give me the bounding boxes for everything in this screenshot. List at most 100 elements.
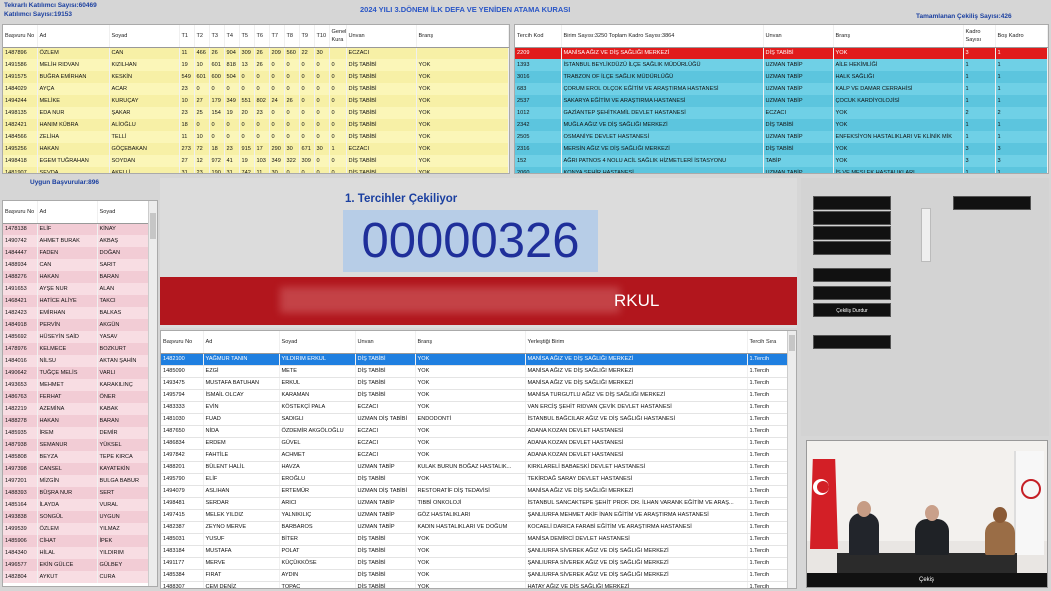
top-left-col-header[interactable]: Başvuru No — [3, 25, 38, 48]
table-row[interactable]: 1495794 İSMAİL OLCAY KARAMAN DİŞ TABİBİ YOK M… — [161, 389, 788, 402]
top-left-col-header[interactable]: T5 — [239, 25, 255, 48]
table-row[interactable]: 1482387 ZEYNO MERVE BARBAROS UZMAN TABİP KAD… — [161, 521, 788, 534]
table-row[interactable]: 1491653 AYŞE NUR ALAN — [3, 283, 149, 295]
table-row[interactable]: 1485031 YUSUF BİTER DİŞ TABİBİ YOK MANİSA DEM… — [161, 533, 788, 546]
table-row[interactable]: 2060 KONYA ŞEHİR HASTANESİ UZMAN TABİP İŞ V… — [515, 167, 1048, 173]
top-left-col-header[interactable]: Soyad — [109, 25, 180, 48]
top-left-col-header[interactable]: Ad — [37, 25, 110, 48]
top-right-col-header[interactable]: Tercih Kod — [515, 25, 562, 48]
table-row[interactable]: 1485935 İREM DEMİR — [3, 427, 149, 439]
table-row[interactable]: 1494244 MELİKE KURUÇAY 10 27 179 349 551 802 24 26… — [3, 95, 509, 107]
control-scrollbar[interactable] — [921, 208, 931, 262]
table-row[interactable]: 2537 SAKARYA EĞİTİM VE ARAŞTIRMA HASTANES… — [515, 95, 1048, 107]
top-left-col-header[interactable]: T7 — [269, 25, 285, 48]
table-row[interactable]: 1488307 CEM DENİZ TOPAÇ DİŞ TABİBİ YOK HATAY … — [161, 581, 788, 588]
table-row[interactable]: 1486763 FERHAT ÖNER — [3, 391, 149, 403]
table-row[interactable]: 1498418 EGEM TUĞRAHAN SOYDAN 27 12 972 41 19 103… — [3, 155, 509, 167]
table-row[interactable]: 1486834 ERDEM GÜVEL ECZACI YOK ADANA KOZAN DE… — [161, 437, 788, 450]
table-row[interactable]: 1012 GAZİANTEP ŞEHİTKAMİL DEVLET HASTANES… — [515, 107, 1048, 119]
top-left-col-header[interactable]: T6 — [254, 25, 270, 48]
top-right-col-header[interactable]: Birim Sayısı:3250 Toplam Kadro Sayısı:38… — [561, 25, 764, 48]
table-row[interactable]: 1495256 HAKAN GÖÇEBAKAN 273 72 18 23 915 17 290 30… — [3, 143, 509, 155]
table-row[interactable]: 3016 TRABZON OF İLÇE SAĞLIK MÜDÜRLÜĞÜ UZMA… — [515, 71, 1048, 83]
control-button-7[interactable] — [813, 286, 891, 300]
table-row[interactable]: 1485384 FIRAT AYDIN DİŞ TABİBİ YOK ŞANLIURFA … — [161, 569, 788, 582]
main-col-header[interactable]: Ad — [203, 331, 280, 354]
table-row[interactable]: 1491586 MELİH RIDVAN KIZILHAN 19 10 601 818 13 2… — [3, 59, 509, 71]
top-left-col-header[interactable]: T2 — [194, 25, 210, 48]
top-left-col-header[interactable]: T10 — [314, 25, 330, 48]
table-row[interactable]: 1497201 MİZGİN BULGA BABUR — [3, 475, 149, 487]
control-button-5[interactable] — [953, 196, 1031, 210]
table-row[interactable]: 1497415 MELEK YILDIZ YALNIKILIÇ UZMAN TABİP… — [161, 509, 788, 522]
table-row[interactable]: 1482219 AZEMİNA KABAK — [3, 403, 149, 415]
table-row[interactable]: 1488201 BÜLENT HALİL HAVZA UZMAN TABİP KULAK… — [161, 461, 788, 474]
left-list-col-header[interactable]: Ad — [37, 201, 98, 224]
control-button-2[interactable] — [813, 211, 891, 225]
main-col-header[interactable]: Unvan — [355, 331, 416, 354]
control-button-6[interactable] — [813, 268, 891, 282]
table-row[interactable]: 1393 İSTANBUL BEYLİKDÜZÜ İLÇE SAĞLIK MÜDÜ… — [515, 59, 1048, 71]
table-row[interactable]: 1488276 HAKAN BARAN — [3, 271, 149, 283]
top-left-col-header[interactable]: T8 — [284, 25, 300, 48]
top-left-col-header[interactable]: T9 — [299, 25, 315, 48]
cekilis-durdur-button[interactable]: Çekiliş Durdur — [813, 303, 891, 317]
table-row[interactable]: 1491575 BUĞRA EMİRHAN KESKİN 549 601 600 504 0 0… — [3, 71, 509, 83]
table-row[interactable]: 1484016 NİLSU AKTAN ŞAHİN — [3, 355, 149, 367]
table-row[interactable]: 1487650 NİDA ÖZDEMİR AKGÖLOĞLU ECZACI YOK ADA… — [161, 425, 788, 438]
table-row[interactable]: 1481030 FUAD SADIGLI UZMAN DİŞ TABİBİ ENDODO… — [161, 413, 788, 426]
top-left-col-header[interactable]: T4 — [224, 25, 240, 48]
table-row[interactable]: 1485692 HÜSEYİN SAİD YASAV — [3, 331, 149, 343]
table-row[interactable]: 1487938 SEMANUR YÜKSEL — [3, 439, 149, 451]
table-row[interactable]: 1485906 CİHAT İPEK — [3, 535, 149, 547]
control-button-4[interactable] — [813, 241, 891, 255]
control-button-8[interactable] — [813, 335, 891, 349]
table-row[interactable]: 1485164 İLAYDA VURAL — [3, 499, 149, 511]
table-row[interactable]: 1490742 AHMET BURAK AKBAŞ — [3, 235, 149, 247]
table-row[interactable]: 1483184 MUSTAFA POLAT DİŞ TABİBİ YOK ŞANLIURF… — [161, 545, 788, 558]
table-row[interactable]: 1493475 MUSTAFA BATUHAN ERKUL DİŞ TABİBİ YOK… — [161, 377, 788, 390]
eligible-list-scrollbar[interactable] — [148, 201, 157, 586]
top-left-col-header[interactable]: Genel Kura — [329, 25, 347, 48]
main-col-header[interactable]: Yerleştiği Birim — [525, 331, 748, 354]
table-row[interactable]: 1482100 YAĞMUR TANIN YILDIRIM ERKUL DİŞ TAB… — [161, 353, 788, 366]
top-left-col-header[interactable]: Unvan — [346, 25, 417, 48]
left-list-col-header[interactable]: Soyad — [97, 201, 149, 224]
top-left-col-header[interactable]: T3 — [209, 25, 225, 48]
table-row[interactable]: 2505 OSMANİYE DEVLET HASTANESİ UZMAN TABİP… — [515, 131, 1048, 143]
table-row[interactable]: 1478138 ELİF KİNAY — [3, 223, 149, 235]
table-row[interactable]: 2209 MANİSA AĞIZ VE DİŞ SAĞLIĞI MERKEZİ Dİ… — [515, 47, 1048, 59]
table-row[interactable]: 1468421 HATİCE ALİYE TAKCI — [3, 295, 149, 307]
table-row[interactable]: 2316 MERSİN AĞIZ VE DİŞ SAĞLIĞI MERKEZİ Dİ… — [515, 143, 1048, 155]
table-row[interactable]: 1499539 ÖZLEM YILMAZ — [3, 523, 149, 535]
top-right-col-header[interactable]: Kadro Sayısı — [963, 25, 996, 48]
control-button-1[interactable] — [813, 196, 891, 210]
table-row[interactable]: 1497398 CANSEL KAYATEKİN — [3, 463, 149, 475]
table-row[interactable]: 1488393 BÜŞRA NUR SERT — [3, 487, 149, 499]
table-row[interactable]: 1485090 EZGİ METE DİŞ TABİBİ YOK MANİSA AĞIZ … — [161, 365, 788, 378]
main-col-header[interactable]: Başvuru No — [161, 331, 204, 354]
main-col-header[interactable]: Branş — [415, 331, 526, 354]
table-row[interactable]: 1488934 CAN SARIT — [3, 259, 149, 271]
table-row[interactable]: 1491177 MERVE KÜÇÜKKÖSE DİŞ TABİBİ YOK ŞANLIU… — [161, 557, 788, 570]
table-row[interactable]: 1495790 ELİF EROĞLU DİŞ TABİBİ YOK TEKİRDAĞ S… — [161, 473, 788, 486]
table-row[interactable]: 1484918 PERVİN AKGÜN — [3, 319, 149, 331]
top-right-col-header[interactable]: Unvan — [763, 25, 834, 48]
table-row[interactable]: 1481907 SEVDA AKELLİ 31 23 190 31 742 11 30 0 0 0 0 Dİ… — [3, 167, 509, 173]
top-right-col-header[interactable]: Branş — [833, 25, 964, 48]
table-row[interactable]: 1496577 EKİN GÜLCE GÜLBEY — [3, 559, 149, 571]
table-row[interactable]: 1484566 ZELİHA TELLİ 11 10 0 0 0 0 0 0 0 0 0 DİŞ TABİB… — [3, 131, 509, 143]
table-row[interactable]: 1482804 AYKUT CURA — [3, 571, 149, 583]
table-row[interactable]: 1497842 FAHTİLE ACHMET ECZACI YOK ADANA KOZAN… — [161, 449, 788, 462]
table-row[interactable]: 2342 MUĞLA AĞIZ VE DİŞ SAĞLIĞI MERKEZİ DİŞ… — [515, 119, 1048, 131]
table-row[interactable]: 683 ÇORUM EROL OLÇOK EĞİTİM VE ARAŞTIRMA … — [515, 83, 1048, 95]
table-row[interactable]: 152 AĞRI PATNOS 4 NOLU ACİL SAĞLIK HİZMET… — [515, 155, 1048, 167]
table-row[interactable]: 1490642 TUĞÇE MELİS VARLI — [3, 367, 149, 379]
table-row[interactable]: 1482423 EMİRHAN BALKAS — [3, 307, 149, 319]
table-row[interactable]: 1498135 EDA NUR ŞAKAR 23 25 154 19 20 23 0 0 0 0 0 DİŞ… — [3, 107, 509, 119]
table-row[interactable]: 1484340 HİLAL YILDIRIM — [3, 547, 149, 559]
top-left-col-header[interactable]: T1 — [179, 25, 195, 48]
table-row[interactable]: 1483333 EVİN KÖSTEKÇİ PALA ECZACI YOK VAN ERC… — [161, 401, 788, 414]
table-row[interactable]: 1484029 AYÇA ACAR 23 0 0 0 0 0 0 0 0 0 0 DİŞ TABİBİ YOK — [3, 83, 509, 95]
table-row[interactable]: 1485808 BEYZA TEPE KIRCA — [3, 451, 149, 463]
